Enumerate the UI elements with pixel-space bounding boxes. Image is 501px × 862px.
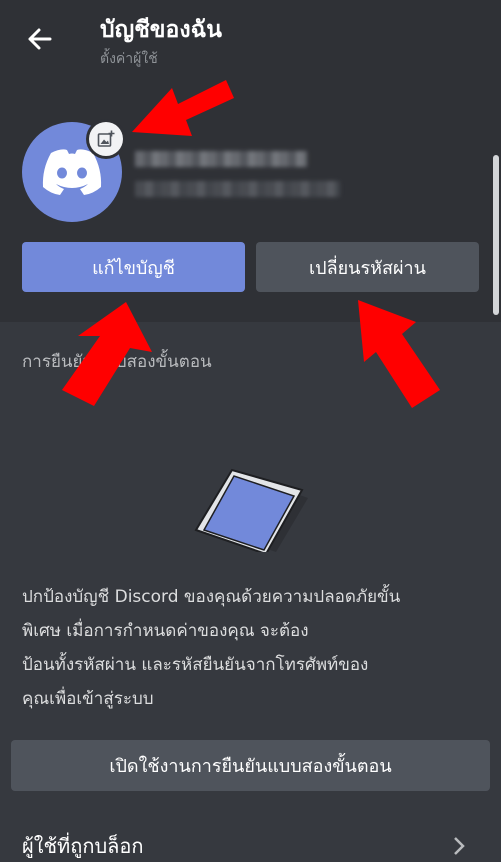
add-image-icon (97, 130, 115, 147)
scrollbar[interactable] (493, 155, 499, 315)
phone-illustration-icon (190, 468, 310, 556)
red-arrow-annotation (358, 300, 440, 408)
blocked-users-link[interactable]: ผู้ใช้ที่ถูกบล็อก (22, 830, 144, 862)
change-avatar-button[interactable] (89, 122, 123, 156)
red-arrow-annotation (62, 302, 152, 406)
email-redacted (135, 181, 340, 197)
description-line: ป้อนทั้งรหัสผ่าน และรหัสยืนยันจากโทรศัพท… (22, 655, 369, 675)
chevron-right-icon (452, 836, 466, 860)
description-line: ปกป้องบัญชี Discord ของคุณด้วยความปลอดภั… (22, 587, 401, 607)
account-header: บัญชีของฉัน ตั้งค่าผู้ใช้ แก้ไขบัญชี เปล… (0, 0, 501, 322)
red-arrow-annotation (132, 80, 234, 136)
description-line: พิเศษ เมื่อการกำหนดค่าของคุณ จะต้อง (22, 621, 309, 641)
page-title: บัญชีของฉัน (100, 17, 222, 43)
two-factor-description: ปกป้องบัญชี Discord ของคุณด้วยความปลอดภั… (22, 580, 482, 716)
enable-2fa-button[interactable]: เปิดใช้งานการยืนยันแบบสองขั้นตอน (11, 740, 490, 791)
description-line: คุณเพื่อเข้าสู่ระบบ (22, 689, 154, 709)
change-password-button[interactable]: เปลี่ยนรหัสผ่าน (256, 242, 479, 292)
back-button[interactable] (22, 22, 56, 56)
edit-account-button[interactable]: แก้ไขบัญชี (22, 242, 245, 292)
username-redacted (135, 151, 307, 167)
discord-logo-icon (42, 149, 102, 195)
page-subtitle: ตั้งค่าผู้ใช้ (100, 51, 158, 67)
back-arrow-icon (28, 28, 52, 50)
